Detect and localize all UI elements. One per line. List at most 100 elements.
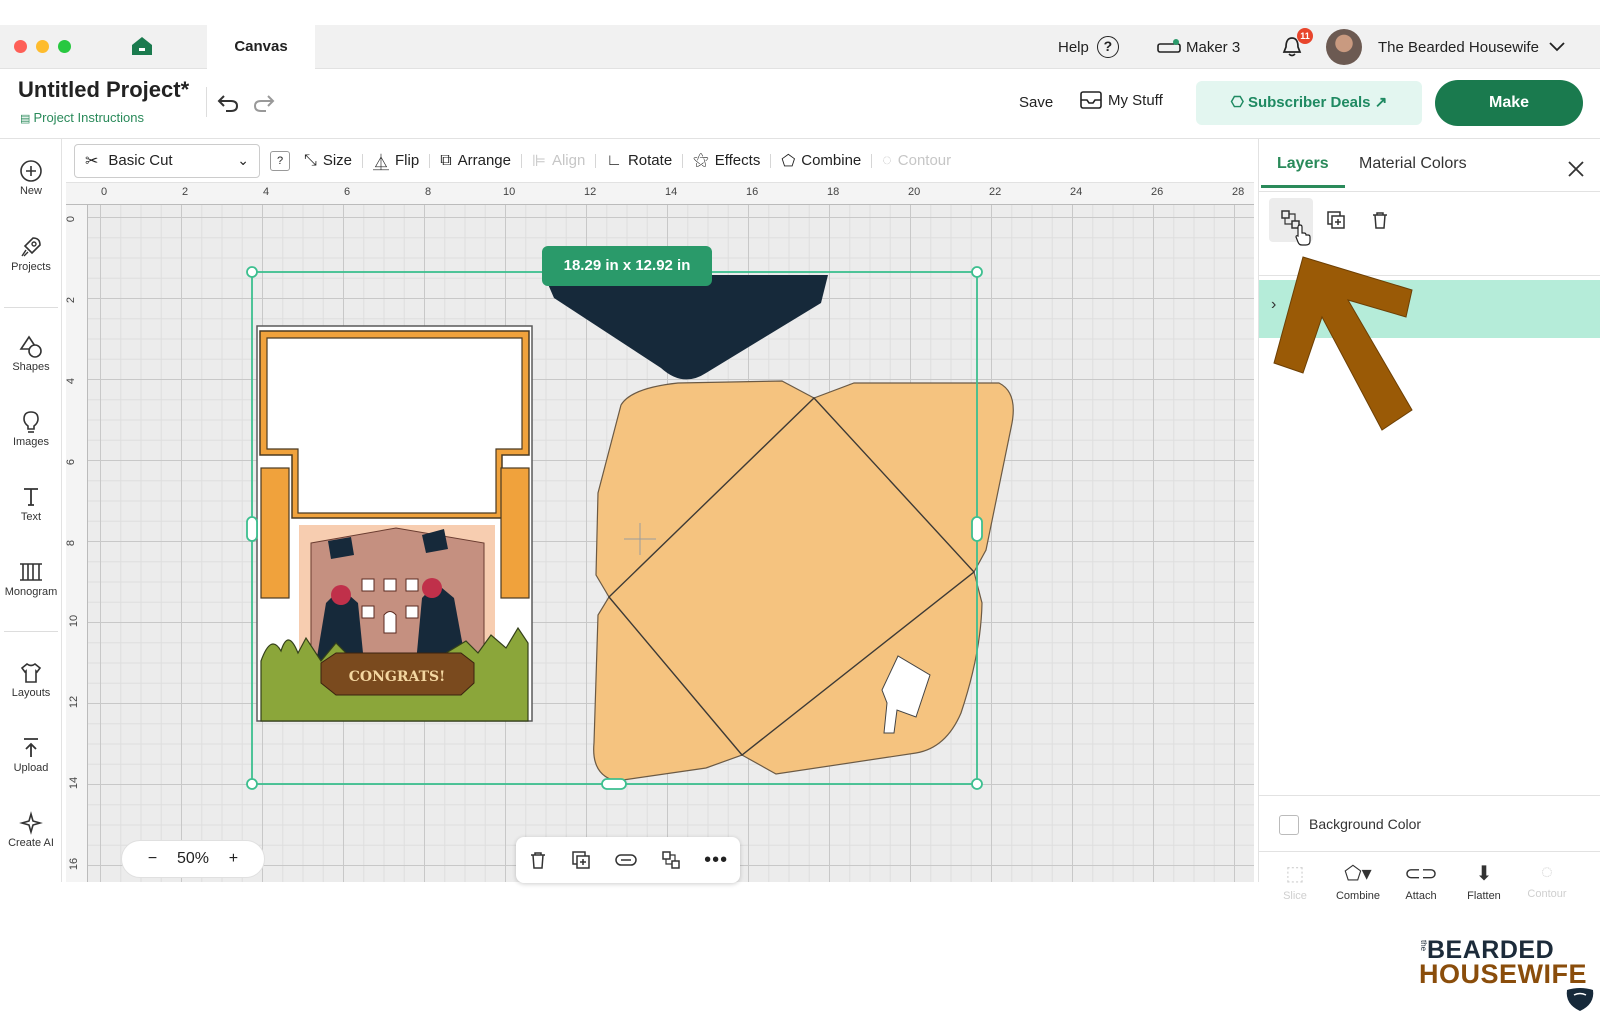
combine-panel-button[interactable]: ⬠▾ Combine bbox=[1326, 861, 1390, 902]
panel-divider bbox=[1259, 191, 1600, 192]
shapes-icon bbox=[19, 335, 42, 358]
ungroup-icon[interactable] bbox=[661, 850, 681, 870]
flatten-icon: ⬇ bbox=[1475, 863, 1493, 885]
sidebar-item-label: Layouts bbox=[11, 687, 51, 699]
operation-help-icon[interactable]: ? bbox=[270, 150, 290, 171]
arrange-button[interactable]: ⧉ Arrange bbox=[440, 152, 511, 170]
size-label: Size bbox=[322, 152, 352, 169]
attach-icon: ⊂⊃ bbox=[1404, 863, 1438, 885]
operation-select[interactable]: ✂ Basic Cut ⌄ bbox=[74, 143, 260, 178]
help-label: Help bbox=[1058, 38, 1089, 56]
machine-icon bbox=[1157, 39, 1181, 53]
sidebar-item-layouts[interactable]: Layouts bbox=[0, 661, 62, 699]
save-button[interactable]: Save bbox=[1019, 94, 1053, 111]
sidebar-divider bbox=[4, 307, 58, 308]
sidebar-item-shapes[interactable]: Shapes bbox=[0, 335, 62, 373]
design-canvas[interactable]: 0 2 4 6 8 10 12 14 16 18 20 22 24 26 28 … bbox=[66, 183, 1254, 882]
sidebar-item-label: Shapes bbox=[12, 361, 50, 373]
background-color-checkbox[interactable] bbox=[1279, 815, 1299, 835]
chevron-down-icon bbox=[1549, 42, 1565, 52]
minimize-window-button[interactable] bbox=[36, 40, 49, 53]
sidebar-item-images[interactable]: Images bbox=[0, 410, 62, 448]
sidebar-item-new[interactable]: New bbox=[0, 159, 62, 197]
contour-label: Contour bbox=[897, 152, 952, 169]
attach-panel-label: Attach bbox=[1405, 890, 1437, 902]
machine-selector[interactable]: Maker 3 bbox=[1156, 25, 1240, 69]
hand-cursor-icon bbox=[1295, 224, 1311, 246]
chevron-down-icon: ⌄ bbox=[237, 152, 249, 168]
help-menu[interactable]: Help ? bbox=[1058, 25, 1119, 69]
align-button[interactable]: ⊫ Align bbox=[532, 151, 585, 171]
close-icon[interactable] bbox=[1566, 159, 1586, 179]
make-button[interactable]: Make bbox=[1435, 80, 1583, 126]
tab-layers[interactable]: Layers bbox=[1277, 155, 1329, 173]
slice-button[interactable]: ⬚ Slice bbox=[1263, 861, 1327, 902]
delete-button[interactable] bbox=[1365, 205, 1395, 235]
external-link-icon: ↗ bbox=[1370, 94, 1388, 111]
toolbar-divider bbox=[362, 153, 363, 168]
undo-icon[interactable] bbox=[216, 93, 240, 113]
flatten-button[interactable]: ⬇ Flatten bbox=[1452, 861, 1516, 902]
subscriber-deals-label: Subscriber Deals bbox=[1247, 94, 1371, 111]
sidebar-item-create-ai[interactable]: Create AI bbox=[0, 811, 62, 849]
layers-panel: Layers Material Colors › Background Colo… bbox=[1258, 139, 1600, 902]
project-instructions-link[interactable]: ▤ Project Instructions bbox=[20, 110, 144, 125]
home-icon[interactable] bbox=[131, 36, 153, 56]
slice-icon: ⬚ bbox=[1285, 863, 1305, 885]
duplicate-button[interactable] bbox=[1321, 205, 1351, 235]
envelope-body[interactable] bbox=[593, 380, 1014, 782]
selection-size-badge: 18.29 in x 12.92 in bbox=[542, 246, 712, 286]
rotate-button[interactable]: ∟ Rotate bbox=[606, 152, 672, 170]
rotate-label: Rotate bbox=[627, 152, 673, 169]
machine-label: Maker 3 bbox=[1186, 38, 1241, 56]
contour-icon: ◌ bbox=[882, 151, 892, 169]
sidebar-item-upload[interactable]: Upload bbox=[0, 736, 62, 774]
avatar[interactable] bbox=[1326, 29, 1362, 65]
user-menu[interactable]: The Bearded Housewife bbox=[1378, 25, 1565, 69]
contour-button[interactable]: ◌ Contour bbox=[882, 152, 951, 170]
envelope-flap[interactable] bbox=[544, 275, 828, 380]
sidebar-item-text[interactable]: Text bbox=[0, 485, 62, 523]
upload-icon bbox=[24, 738, 38, 757]
attach-icon[interactable] bbox=[615, 853, 637, 867]
trash-icon[interactable] bbox=[528, 850, 548, 870]
edit-toolbar: ✂ Basic Cut ⌄ ? ⤡ Size ⏅ Flip ⧉ Arrange ⊫ Al… bbox=[66, 139, 1254, 183]
operation-value: Basic Cut bbox=[108, 152, 173, 169]
slice-label: Slice bbox=[1283, 890, 1307, 902]
effects-button[interactable]: ⚝ Effects bbox=[693, 152, 760, 170]
tab-canvas[interactable]: Canvas bbox=[207, 25, 315, 69]
my-stuff-button[interactable]: My Stuff bbox=[1080, 91, 1163, 109]
close-window-button[interactable] bbox=[14, 40, 27, 53]
graduate-right-head bbox=[422, 578, 442, 598]
side-bar-right bbox=[500, 467, 530, 599]
sidebar-divider bbox=[4, 631, 58, 632]
flip-icon: ⏅ bbox=[373, 154, 390, 172]
zoom-control: − 50% + bbox=[121, 840, 265, 878]
combine-button[interactable]: ⬠ Combine bbox=[781, 151, 861, 171]
subscriber-deals-button[interactable]: ⎔ Subscriber Deals ↗ bbox=[1196, 81, 1422, 125]
attach-panel-button[interactable]: ⊂⊃ Attach bbox=[1389, 861, 1453, 902]
flip-button[interactable]: ⏅ Flip bbox=[373, 149, 419, 173]
panel-divider bbox=[1259, 851, 1600, 852]
sidebar-item-projects[interactable]: Projects bbox=[0, 235, 62, 273]
redo-icon[interactable] bbox=[252, 93, 276, 113]
contour-panel-button[interactable]: ◌ Contour bbox=[1515, 861, 1579, 900]
scissors-icon: ✂ bbox=[85, 152, 99, 170]
maximize-window-button[interactable] bbox=[58, 40, 71, 53]
tab-material-colors[interactable]: Material Colors bbox=[1359, 155, 1467, 173]
side-bar-left bbox=[260, 467, 290, 599]
project-title[interactable]: Untitled Project* bbox=[18, 77, 189, 103]
sidebar-item-monogram[interactable]: Monogram bbox=[0, 560, 62, 598]
sidebar-item-label: Monogram bbox=[4, 586, 58, 598]
flip-label: Flip bbox=[395, 152, 420, 169]
more-options-icon[interactable]: ••• bbox=[704, 849, 728, 872]
zoom-in-button[interactable]: + bbox=[229, 850, 238, 868]
rotate-icon: ∟ bbox=[606, 151, 622, 169]
sidebar-item-label: Projects bbox=[11, 261, 51, 273]
text-icon bbox=[24, 488, 38, 506]
contour-icon: ◌ bbox=[1541, 861, 1553, 883]
document-icon: ▤ bbox=[20, 113, 34, 125]
duplicate-icon[interactable] bbox=[571, 850, 591, 870]
zoom-out-button[interactable]: − bbox=[148, 850, 157, 868]
size-button[interactable]: ⤡ Size bbox=[304, 152, 352, 170]
